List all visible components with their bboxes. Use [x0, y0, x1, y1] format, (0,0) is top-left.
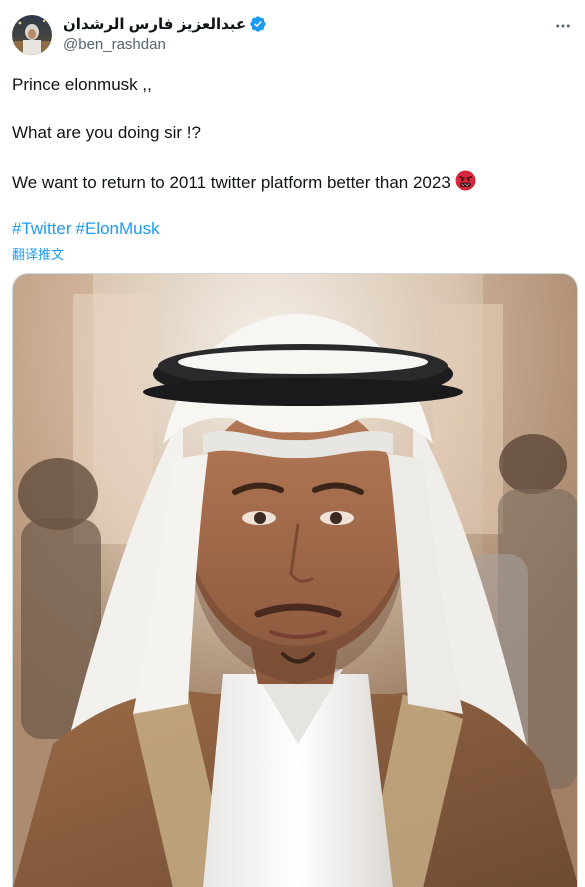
tweet-text-line-3-text: We want to return to 2011 twitter platfo… [12, 173, 451, 192]
tweet-text-line-2: What are you doing sir !? [12, 123, 201, 142]
translate-tweet-link[interactable]: 翻译推文 [12, 244, 64, 263]
hashtag-row: #Twitter #ElonMusk [12, 218, 164, 240]
more-options-button[interactable] [551, 14, 575, 38]
hashtag-link-elonmusk[interactable]: #ElonMusk [76, 219, 160, 238]
angry-face-emoji-icon [455, 170, 476, 197]
tweet-photo[interactable] [12, 273, 578, 887]
more-horizontal-icon [556, 24, 570, 28]
author-display-name[interactable]: عبدالعزيز فارس الرشدان [63, 15, 246, 33]
tweet-text-line-1: Prince elonmusk ,, [12, 75, 152, 94]
author-handle[interactable]: @ben_rashdan [63, 36, 166, 53]
hashtag-link-twitter[interactable]: #Twitter [12, 219, 72, 238]
tweet-card: عبدالعزيز فارس الرشدان @ben_rashdan Prin… [0, 0, 585, 887]
author-name-row[interactable]: عبدالعزيز فارس الرشدان [63, 14, 267, 34]
tweet-text-line-3: We want to return to 2011 twitter platfo… [12, 170, 476, 197]
profile-avatar[interactable] [12, 15, 52, 55]
verified-badge-icon [249, 15, 267, 33]
